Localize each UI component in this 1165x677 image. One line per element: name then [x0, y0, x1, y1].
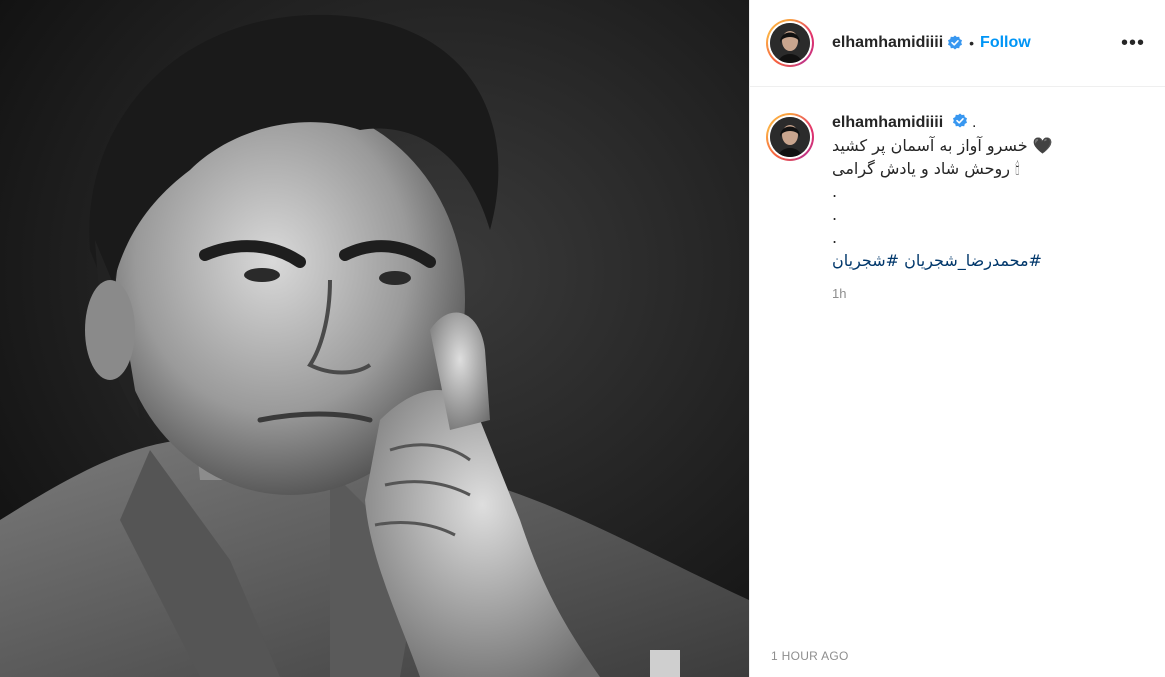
post-sidebar: elhamhamidiiii • Follow ••• elhamhamidii… [749, 0, 1165, 677]
caption-suffix: . [972, 114, 977, 131]
caption-line: . [832, 182, 838, 201]
portrait-photo [0, 0, 749, 677]
caption-text: 🖤 خسرو آواز به آسمان پر کشید 🕯 روحش شاد … [832, 134, 1053, 272]
caption-username[interactable]: elhamhamidiiii [832, 114, 943, 131]
hashtag-link[interactable]: #محمدرضا_شجریان #شجریان [832, 249, 1053, 272]
avatar[interactable] [766, 19, 814, 67]
caption-line: . [832, 228, 838, 247]
caption-line: 🕯 روحش شاد و یادش گرامی [832, 159, 1020, 178]
post-header: elhamhamidiiii • Follow ••• [750, 0, 1165, 87]
relative-time[interactable]: 1h [832, 286, 1053, 301]
caption-avatar[interactable] [766, 113, 814, 161]
instagram-post: elhamhamidiiii • Follow ••• elhamhamidii… [0, 0, 1165, 677]
verified-badge-icon [947, 35, 963, 51]
caption-body: elhamhamidiiii . 🖤 خسرو آواز به آسمان پر… [832, 113, 1053, 301]
avatar-image [770, 23, 810, 63]
more-options-icon[interactable]: ••• [1121, 33, 1145, 53]
separator-dot: • [969, 35, 975, 51]
caption-comment: elhamhamidiiii . 🖤 خسرو آواز به آسمان پر… [750, 87, 1165, 301]
verified-badge-icon [952, 113, 968, 129]
username-link[interactable]: elhamhamidiiii [832, 34, 943, 52]
follow-button[interactable]: Follow [980, 34, 1031, 52]
caption-line: 🖤 خسرو آواز به آسمان پر کشید [832, 136, 1053, 155]
post-image[interactable] [0, 0, 749, 677]
avatar-image [770, 117, 810, 157]
post-timestamp[interactable]: 1 HOUR AGO [771, 649, 849, 663]
caption-line: . [832, 205, 838, 224]
